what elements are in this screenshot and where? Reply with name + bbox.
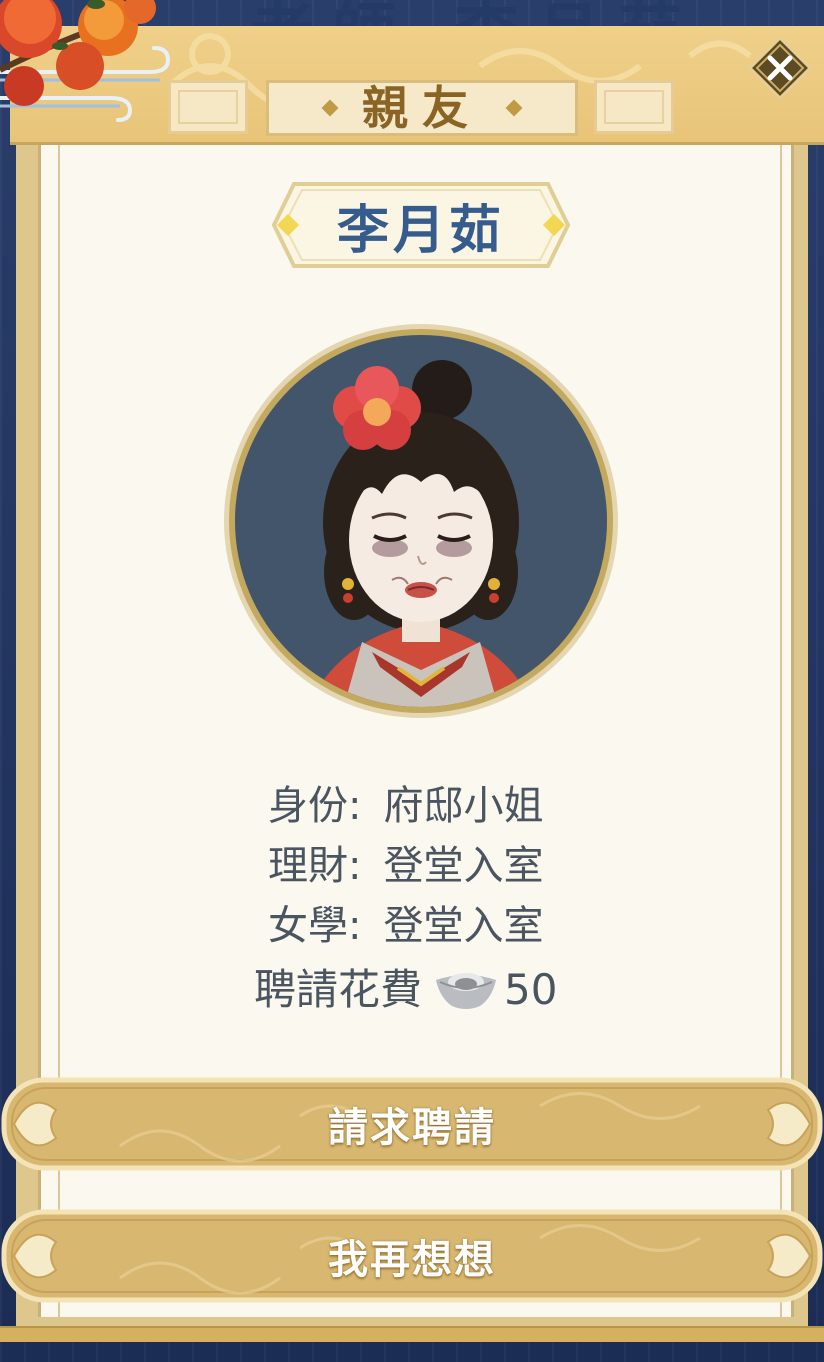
character-name: 李月茹: [336, 200, 505, 261]
info-label: 理財: [268, 843, 348, 889]
reconsider-button[interactable]: 我再想想: [0, 1208, 824, 1304]
info-value: 府邸小姐: [383, 783, 544, 829]
title-plaque: 親友: [266, 80, 578, 136]
silver-ingot-icon: [436, 973, 497, 1009]
dialog-bottom-rail: [0, 1326, 824, 1342]
info-label: 女學: [268, 903, 348, 949]
diamond-icon: [505, 99, 523, 117]
dialog-title: 親友: [362, 81, 482, 135]
close-button[interactable]: [748, 36, 812, 100]
request-hire-button[interactable]: 請求聘請: [0, 1076, 824, 1172]
info-identity: 身份: 府邸小姐: [268, 783, 544, 829]
diamond-icon: [321, 99, 339, 117]
persimmon-branch-decoration: [0, 0, 156, 106]
info-finance: 理財: 登堂入室: [268, 843, 544, 889]
character-portrait: [224, 324, 618, 718]
reconsider-label: 我再想想: [328, 1237, 496, 1283]
info-label: 身份: [268, 783, 348, 829]
header-ornament-right: [594, 80, 674, 134]
info-value: 登堂入室: [383, 843, 544, 889]
info-education: 女學: 登堂入室: [268, 903, 544, 949]
hire-cost: 聘請花費 50: [254, 968, 557, 1012]
hire-cost-label: 聘請花費: [254, 965, 423, 1014]
hire-cost-amount: 50: [504, 965, 558, 1014]
info-value: 登堂入室: [383, 903, 544, 949]
request-hire-label: 請求聘請: [328, 1105, 496, 1151]
